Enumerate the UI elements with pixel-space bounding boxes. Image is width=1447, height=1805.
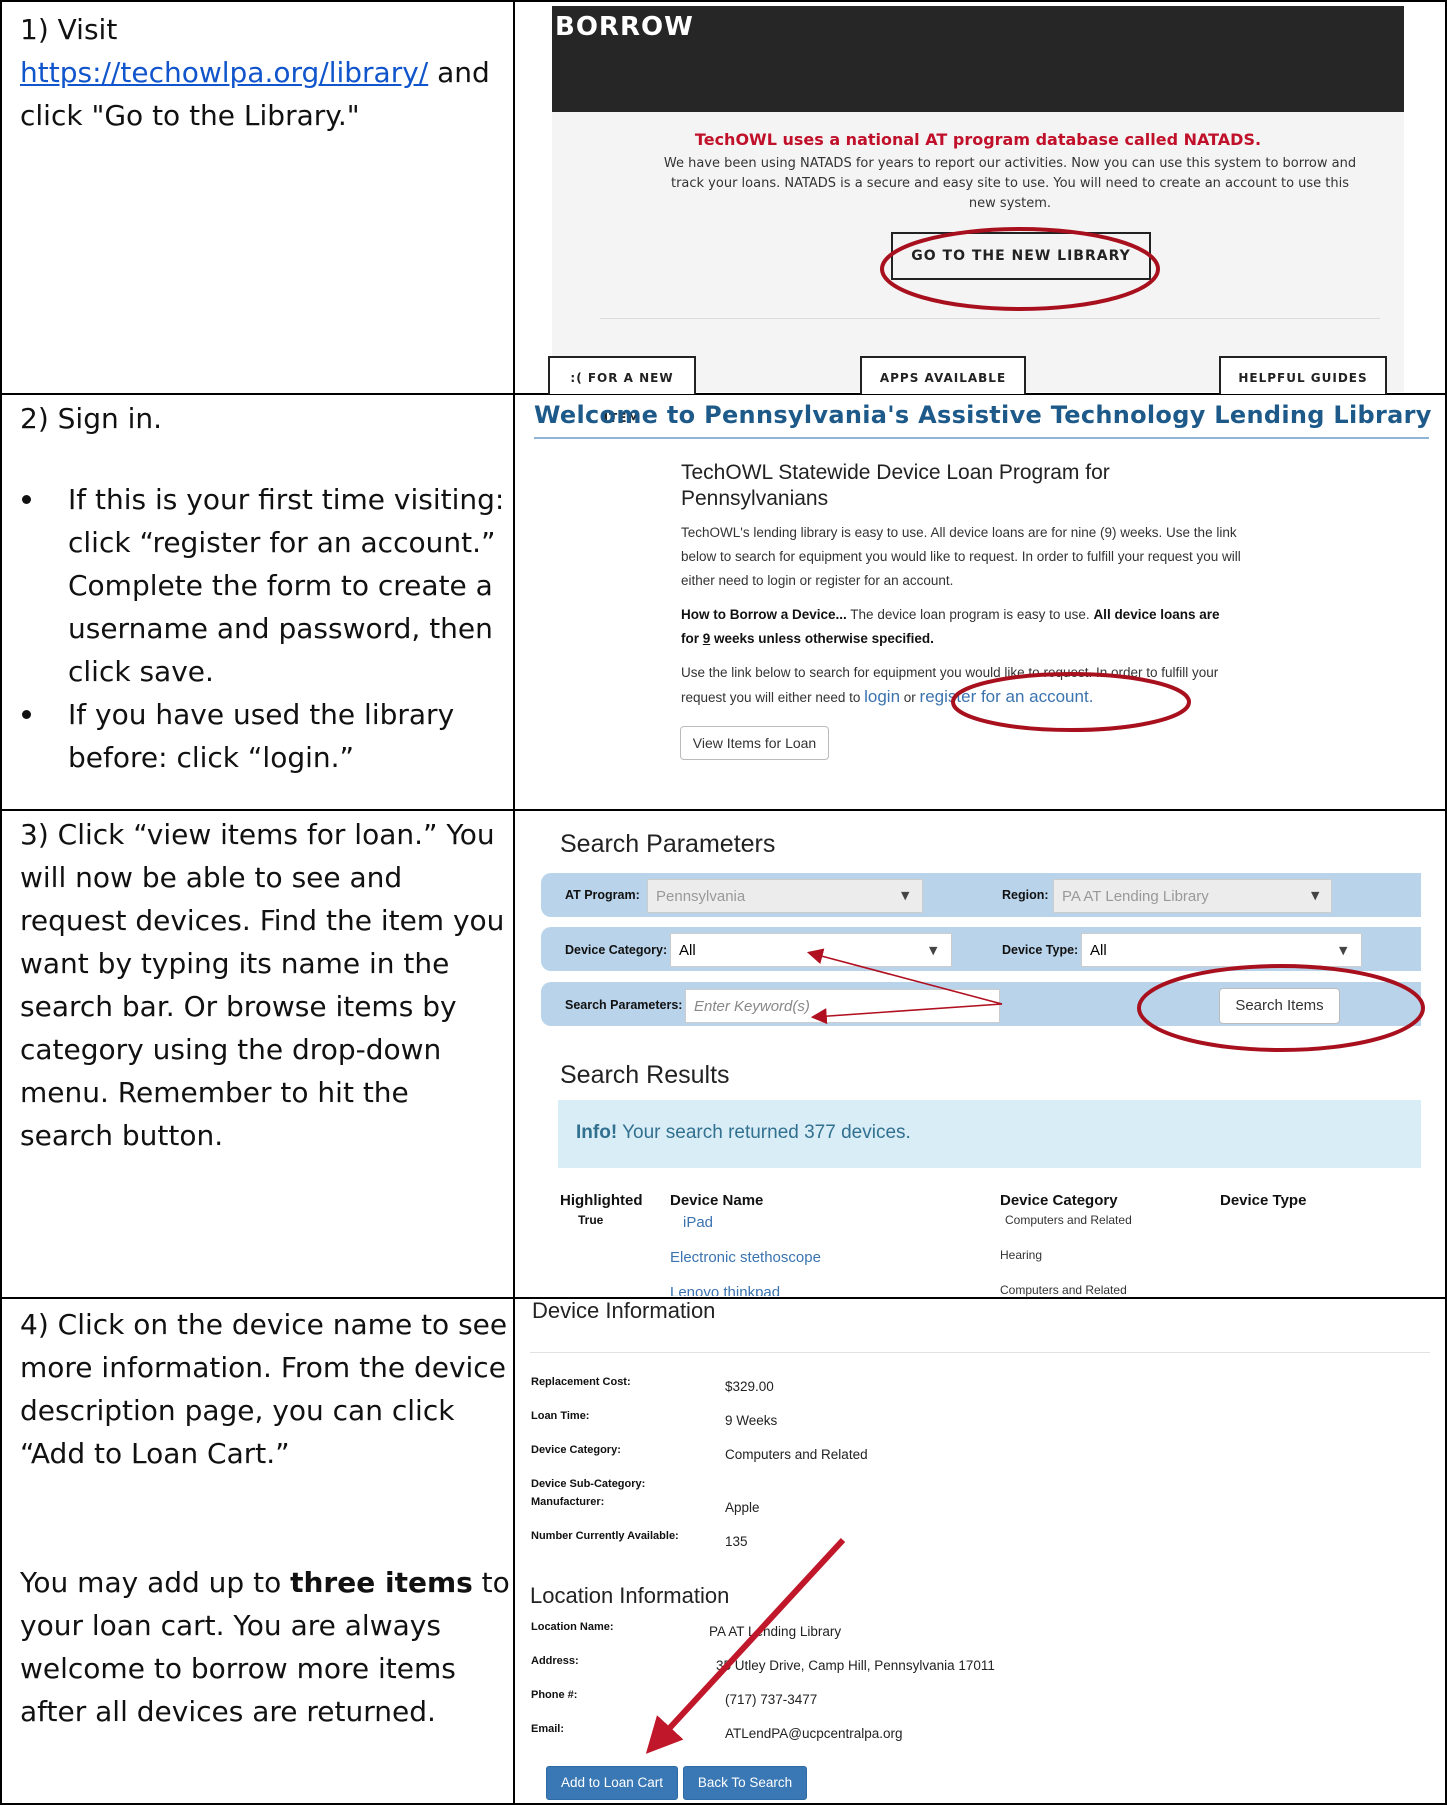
borrow-heading: BORROW	[555, 12, 694, 42]
step-4-instruction: 4) Click on the device name to see more …	[20, 1308, 508, 1470]
available-count-value: 135	[725, 1534, 748, 1549]
field-label: Number Currently Available:	[531, 1530, 679, 1542]
field-label: Email:	[531, 1723, 565, 1735]
table-border-left	[0, 0, 2, 1805]
at-program-label: AT Program:	[565, 888, 640, 902]
device-category-value: Computers and Related	[725, 1447, 868, 1462]
device-type-select[interactable]: All	[1081, 933, 1362, 967]
login-link[interactable]: login	[864, 687, 900, 706]
techowl-library-link[interactable]: https://techowlpa.org/library/	[20, 56, 428, 89]
region-select[interactable]: PA AT Lending Library	[1053, 879, 1332, 913]
or-text: or	[900, 690, 920, 705]
chevron-down-icon: ▼	[901, 889, 910, 902]
step-3-text: 3) Click “view items for loan.” You will…	[20, 818, 505, 1152]
field-label: Replacement Cost:	[531, 1376, 631, 1388]
location-name-value: PA AT Lending Library	[709, 1624, 842, 1639]
search-items-button[interactable]: Search Items	[1219, 988, 1340, 1024]
region-label: Region:	[1002, 888, 1049, 902]
field-label: Loan Time:	[531, 1410, 590, 1422]
device-category-select[interactable]: All	[670, 933, 952, 967]
step-2-bullet-register: If this is your first time visiting: cli…	[20, 478, 510, 693]
table-border-top	[0, 0, 1447, 2]
view-items-for-loan-button[interactable]: View Items for Loan	[680, 726, 829, 760]
location-information-heading: Location Information	[530, 1583, 730, 1608]
category-cell: Computers and Related	[1000, 1283, 1127, 1297]
chevron-down-icon: ▼	[929, 944, 938, 957]
chevron-down-icon: ▼	[1311, 889, 1320, 902]
search-results-heading: Search Results	[560, 1061, 730, 1089]
natads-description: We have been using NATADS for years to r…	[663, 156, 1357, 211]
col-device-name: Device Name	[670, 1192, 764, 1209]
chevron-down-icon: ▼	[1339, 944, 1348, 957]
natads-title: TechOWL uses a national AT program datab…	[694, 130, 1262, 149]
row-divider-2	[0, 809, 1447, 811]
device-information-heading: Device Information	[532, 1298, 716, 1323]
device-link-ipad[interactable]: iPad	[683, 1214, 713, 1231]
step-1-intro: 1) Visit	[20, 13, 118, 46]
at-program-select[interactable]: Pennsylvania	[647, 879, 923, 913]
how-to-borrow-text: The device loan program is easy to use.	[846, 607, 1094, 622]
keyword-search-input[interactable]: Enter Keyword(s)	[685, 989, 1000, 1023]
col-highlighted: Highlighted	[560, 1192, 643, 1209]
how-to-borrow-paragraph: How to Borrow a Device... The device loa…	[681, 603, 1241, 651]
back-to-search-button[interactable]: Back To Search	[683, 1766, 807, 1800]
row-divider-3	[0, 1297, 1447, 1299]
ask-for-new-item-button[interactable]: :( FOR A NEW ITEM	[548, 356, 696, 425]
device-link-stethoscope[interactable]: Electronic stethoscope	[670, 1249, 821, 1266]
step-2-intro: 2) Sign in.	[20, 402, 163, 435]
device-link-lenovo[interactable]: Lenovo thinkpad	[670, 1284, 780, 1296]
step-2-bullet-login: If you have used the library before: cli…	[20, 693, 510, 779]
step-4-note-pre: You may add up to	[20, 1566, 291, 1599]
email-value: ATLendPA@ucpcentralpa.org	[725, 1726, 903, 1741]
apps-available-button[interactable]: APPS AVAILABLE	[860, 356, 1026, 394]
category-cell: Computers and Related	[1005, 1213, 1132, 1227]
col-device-category: Device Category	[1000, 1192, 1118, 1209]
step-2-text: 2) Sign in. If this is your first time v…	[20, 397, 510, 779]
login-paragraph: Use the link below to search for equipme…	[681, 661, 1241, 710]
highlighted-cell: True	[578, 1213, 604, 1227]
search-parameters-heading: Search Parameters	[560, 830, 776, 858]
device-type-label: Device Type:	[1002, 943, 1079, 957]
step-4-text: 4) Click on the device name to see more …	[20, 1303, 510, 1733]
step-1-text: 1) Visit https://techowlpa.org/library/ …	[20, 8, 510, 137]
how-to-borrow-heading: How to Borrow a Device...	[681, 607, 847, 622]
field-label: Phone #:	[531, 1689, 578, 1701]
search-parameters-label: Search Parameters:	[565, 998, 683, 1012]
field-label: Device Category:	[531, 1444, 621, 1456]
step-4-note-bold: three items	[290, 1566, 473, 1599]
phone-value: (717) 737-3477	[725, 1692, 818, 1707]
col-device-type: Device Type	[1220, 1192, 1307, 1209]
address-value: 35 Utley Drive, Camp Hill, Pennsylvania …	[716, 1658, 995, 1673]
field-label: Device Sub-Category:	[531, 1478, 646, 1490]
results-count-text: Your search returned 377 devices.	[617, 1122, 911, 1143]
loan-duration-suffix: weeks unless otherwise specified.	[710, 631, 934, 646]
info-label: Info!	[576, 1122, 618, 1143]
title-underline	[534, 437, 1429, 439]
go-to-new-library-button[interactable]: GO TO THE NEW LIBRARY	[891, 232, 1151, 280]
field-label: Manufacturer:	[531, 1496, 605, 1508]
field-label: Location Name:	[531, 1621, 614, 1633]
divider	[600, 318, 1380, 319]
column-divider	[513, 0, 515, 1805]
welcome-title: Welcome to Pennsylvania's Assistive Tech…	[534, 401, 1432, 429]
intro-paragraph: TechOWL's lending library is easy to use…	[681, 525, 1241, 588]
results-info-alert: Info! Your search returned 377 devices.	[558, 1100, 1421, 1168]
step-2-bullets: If this is your first time visiting: cli…	[20, 478, 510, 779]
loan-time-value: 9 Weeks	[725, 1413, 778, 1428]
divider	[530, 1352, 1430, 1353]
program-subtitle: TechOWL Statewide Device Loan Program fo…	[681, 461, 1110, 510]
replacement-cost-value: $329.00	[725, 1379, 774, 1394]
manufacturer-value: Apple	[725, 1500, 760, 1515]
category-cell: Hearing	[1000, 1248, 1043, 1262]
register-link[interactable]: register for an account.	[920, 687, 1094, 706]
field-label: Address:	[531, 1655, 579, 1667]
add-to-loan-cart-button[interactable]: Add to Loan Cart	[546, 1766, 678, 1800]
helpful-guides-button[interactable]: HELPFUL GUIDES	[1219, 356, 1387, 394]
device-category-label: Device Category:	[565, 943, 668, 957]
